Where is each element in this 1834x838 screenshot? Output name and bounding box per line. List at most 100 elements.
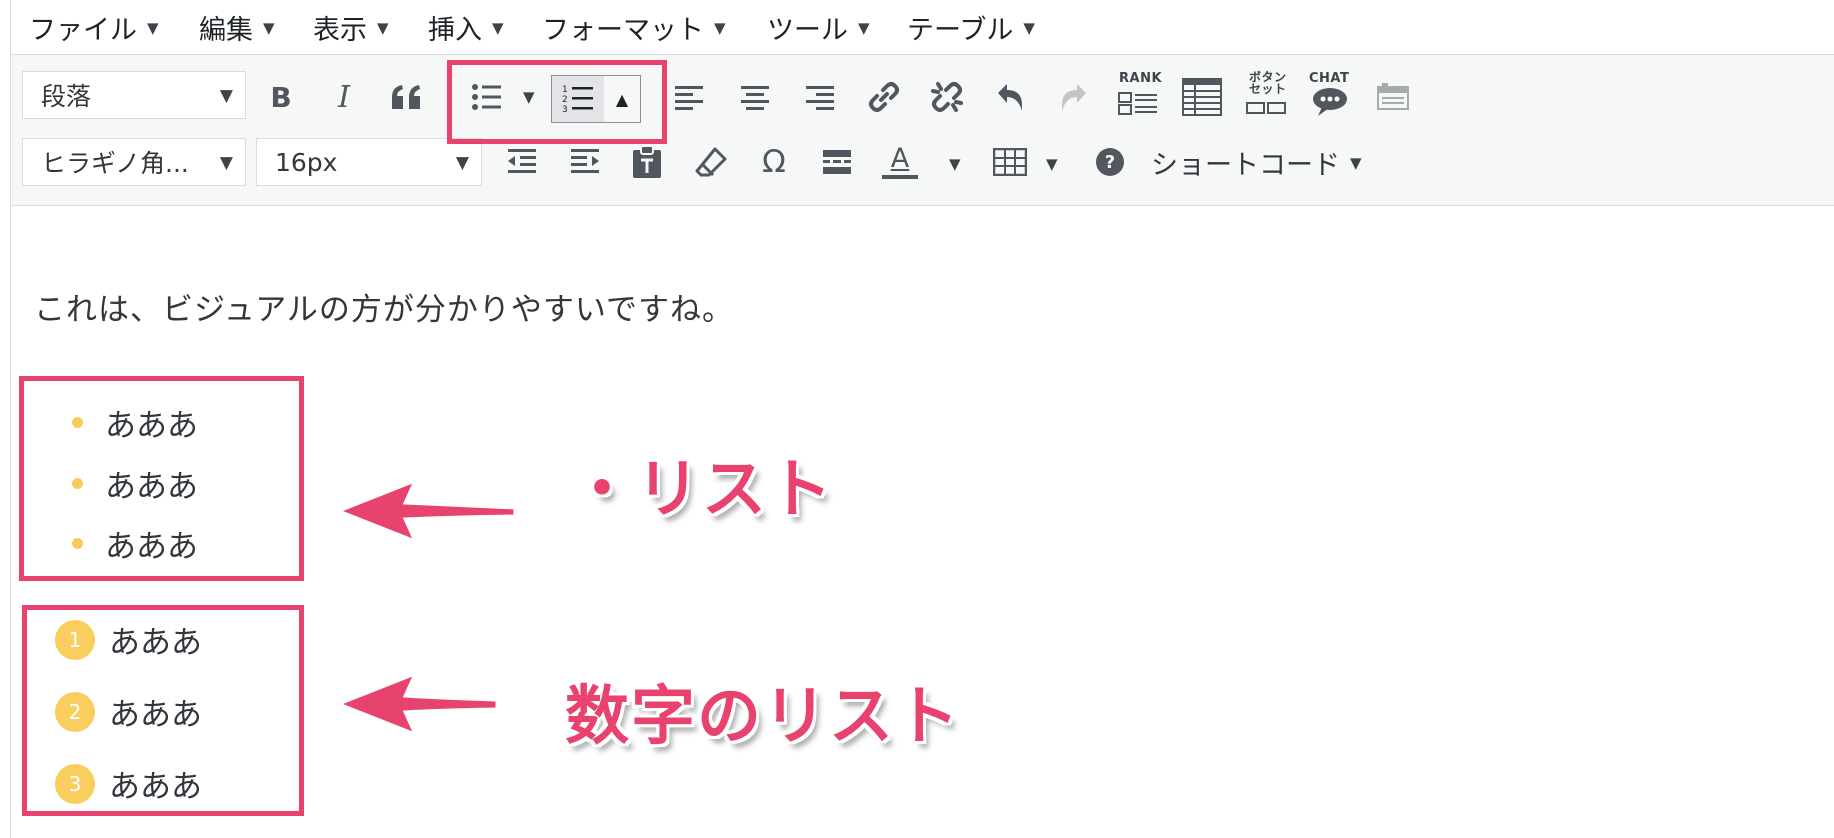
text-color-options-caret[interactable]: ▼ (949, 155, 961, 173)
editor-paragraph: これは、ビジュアルの方が分かりやすいですね。 (34, 292, 734, 328)
shortcode-label: ショートコード (1151, 150, 1340, 181)
button-set-button[interactable]: ボタン セット (1243, 69, 1289, 123)
help-button[interactable]: ? (1087, 139, 1133, 185)
menu-view[interactable]: 表示 ▼ (313, 8, 389, 47)
caret-down-icon: ▼ (858, 18, 870, 37)
help-icon: ? (1096, 148, 1124, 176)
indent-button[interactable] (562, 139, 608, 185)
menu-table-label: テーブル (907, 15, 1014, 46)
caret-down-icon: ▼ (377, 18, 389, 37)
svg-text:?: ? (1105, 152, 1115, 173)
list-item: あああ (72, 400, 198, 445)
comparison-table-button[interactable] (1179, 74, 1225, 120)
caret-down-icon: ▼ (263, 18, 275, 37)
number-badge: 1 (55, 619, 95, 660)
menu-insert-label: 挿入 (428, 15, 482, 46)
rank-button[interactable]: RANK (1115, 69, 1162, 123)
indent-icon (571, 149, 599, 173)
rank-icon (1118, 92, 1157, 115)
menu-format-label: フォーマット (542, 15, 704, 46)
font-family-value: ヒラギノ角... (41, 149, 189, 178)
text-color-icon: A (882, 145, 918, 179)
insert-more-tag-button[interactable] (814, 139, 860, 185)
text-color-button[interactable]: A (877, 139, 923, 185)
list-item: 1 あああ (55, 617, 202, 662)
clipboard-icon (633, 145, 661, 178)
insert-link-button[interactable] (861, 74, 907, 120)
block-format-value: 段落 (41, 82, 92, 111)
outdent-button[interactable] (499, 139, 545, 185)
menubar: ファイル ▼ 編集 ▼ 表示 ▼ 挿入 ▼ フォーマット ▼ ツール ▼ テーブル ▼ (11, 0, 1834, 54)
chat-button[interactable]: CHAT (1307, 69, 1353, 123)
clear-formatting-button[interactable] (688, 139, 734, 185)
menu-edit[interactable]: 編集 ▼ (199, 8, 275, 47)
caret-down-icon: ▼ (147, 18, 159, 37)
chat-bubble-icon (1313, 88, 1347, 116)
undo-button[interactable] (987, 74, 1033, 120)
special-character-button[interactable]: Ω (751, 139, 797, 185)
text-color-letter: A (890, 143, 910, 174)
caret-down-icon: ▼ (1350, 153, 1362, 172)
align-center-icon (741, 86, 769, 110)
blockquote-button[interactable] (384, 74, 430, 120)
bullet-item-text: あああ (105, 408, 198, 444)
font-size-select[interactable]: 16px ▼ (256, 138, 482, 186)
menu-format[interactable]: フォーマット ▼ (542, 8, 726, 47)
table-list-icon (1182, 78, 1222, 116)
menu-file-label: ファイル (29, 15, 137, 46)
arrow-left-icon (335, 671, 499, 737)
caret-down-icon: ▼ (219, 153, 233, 173)
omega-icon: Ω (762, 144, 786, 180)
numbered-item-text: あああ (109, 625, 202, 661)
numbered-list-annotation: 数字のリスト (565, 680, 961, 754)
menu-edit-label: 編集 (199, 15, 253, 46)
italic-icon: I (338, 79, 350, 115)
outdent-icon (508, 149, 536, 173)
bullet-item-text: あああ (105, 529, 198, 565)
bullet-dot-icon (72, 478, 83, 489)
arrow-left-icon (335, 478, 517, 544)
eraser-icon (695, 147, 727, 177)
font-family-select[interactable]: ヒラギノ角... ▼ (22, 138, 246, 186)
redo-button[interactable] (1051, 74, 1097, 120)
number-badge: 2 (55, 691, 95, 732)
quote-icon (392, 85, 420, 109)
number-badge: 3 (55, 763, 95, 804)
block-format-select[interactable]: 段落 ▼ (22, 71, 246, 119)
shortcode-dropdown[interactable]: ショートコード ▼ (1151, 143, 1362, 182)
table-icon (993, 148, 1027, 176)
text-color-swatch (882, 175, 918, 179)
caret-down-icon: ▼ (219, 86, 233, 106)
menu-insert[interactable]: 挿入 ▼ (428, 8, 504, 47)
chat-label: CHAT (1309, 71, 1350, 86)
align-center-button[interactable] (732, 74, 778, 120)
redo-icon (1062, 84, 1086, 111)
unlink-icon (931, 82, 963, 112)
align-right-button[interactable] (796, 74, 842, 120)
menu-table[interactable]: テーブル ▼ (907, 8, 1035, 47)
paste-as-text-button[interactable] (624, 139, 670, 185)
italic-button[interactable]: I (321, 74, 367, 120)
button-set-icon (1246, 102, 1286, 114)
menu-file[interactable]: ファイル ▼ (29, 8, 159, 47)
align-left-button[interactable] (667, 74, 713, 120)
bullet-dot-icon (72, 538, 83, 549)
table-options-caret[interactable]: ▼ (1046, 155, 1058, 173)
bold-icon: B (270, 80, 292, 114)
insert-table-button[interactable] (987, 139, 1033, 185)
list-item: あああ (72, 461, 198, 506)
bullet-list-annotation: ・リスト (570, 453, 834, 527)
list-item: 3 あああ (55, 761, 202, 806)
kitchen-sink-icon (1377, 83, 1409, 110)
bold-button[interactable]: B (258, 74, 304, 120)
numbered-item-text: あああ (109, 769, 202, 805)
menu-tools[interactable]: ツール ▼ (767, 8, 870, 47)
caret-down-icon: ▼ (492, 18, 504, 37)
font-size-value: 16px (275, 147, 338, 177)
caret-down-icon: ▼ (1023, 18, 1035, 37)
align-left-icon (675, 86, 703, 110)
list-item: 2 あああ (55, 689, 202, 734)
toolbar-toggle-button[interactable] (1371, 74, 1417, 120)
menu-tools-label: ツール (767, 15, 848, 46)
remove-link-button[interactable] (924, 74, 970, 120)
